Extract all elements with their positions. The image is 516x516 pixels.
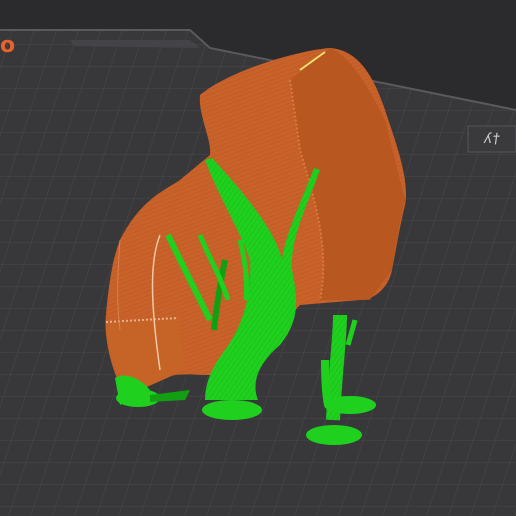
3d-viewport[interactable]: o ʎ†: [0, 0, 516, 516]
app-logo-fragment: o: [0, 33, 16, 58]
scene-canvas[interactable]: [0, 0, 516, 516]
bed-label: ʎ†: [482, 131, 502, 147]
